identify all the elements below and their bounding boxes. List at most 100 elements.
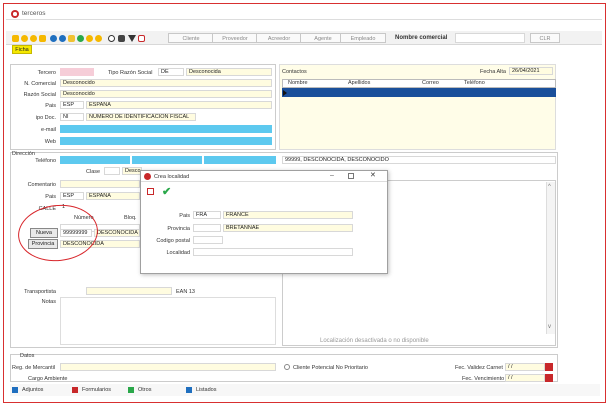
datos-label: Datos xyxy=(20,353,35,359)
comentario-label: Comentario xyxy=(27,182,56,188)
toolbar-button-acreedor[interactable]: Acreedor xyxy=(256,33,302,43)
dialog-pais-code[interactable]: FRA xyxy=(193,211,221,219)
n-comercial-field[interactable]: Desconocido xyxy=(60,79,272,87)
next-icon[interactable] xyxy=(30,35,37,42)
tipo-razon-code[interactable]: DE xyxy=(158,68,184,76)
vencimiento-label: Fec. Vencimiento xyxy=(462,376,505,382)
fecha-alta-label: Fecha Alta xyxy=(480,69,506,75)
dir-pais-label: Pais xyxy=(45,194,56,200)
transportista-value: EAN 13 xyxy=(176,289,195,295)
close-icon[interactable]: ✕ xyxy=(370,171,376,179)
filter-icon[interactable] xyxy=(128,35,136,42)
adjuntos-icon xyxy=(12,387,18,393)
col-correo: Correo xyxy=(422,80,439,86)
clase-code[interactable] xyxy=(104,167,120,175)
contactos-panel xyxy=(279,64,556,150)
tipo-doc-label: ipo Doc. xyxy=(35,115,56,121)
calendar-icon-2[interactable] xyxy=(545,374,553,382)
col-nombre: Nombre xyxy=(288,80,308,86)
map-scrollbar[interactable] xyxy=(546,182,555,334)
col-telefono: Teléfono xyxy=(464,80,485,86)
search-input[interactable] xyxy=(455,33,525,43)
delete-icon[interactable] xyxy=(59,35,66,42)
notas-field[interactable] xyxy=(60,297,276,345)
n-comercial-label: N. Comercial xyxy=(24,81,56,87)
dir-pais-value: ESPAÑA xyxy=(86,192,140,200)
telefono-field-3[interactable] xyxy=(204,156,276,164)
confirm-icon[interactable] xyxy=(77,35,84,42)
tab-listados[interactable]: Listados xyxy=(196,387,217,393)
scroll-down-icon[interactable]: v xyxy=(548,324,551,330)
tipo-razon-value: Desconocida xyxy=(186,68,272,76)
dir-pais-code[interactable]: ESP xyxy=(60,192,84,200)
scroll-up-icon[interactable]: ^ xyxy=(548,184,551,190)
contactos-header xyxy=(282,79,556,88)
tipo-razon-label: Tipo Razón Social xyxy=(108,70,153,76)
crea-localidad-dialog xyxy=(140,170,388,274)
toolbar-button-proveedor[interactable]: Proveedor xyxy=(212,33,258,43)
first-icon[interactable] xyxy=(12,35,19,42)
registro-label: Reg. de Mercantil xyxy=(12,365,56,371)
toolbar-button-empleado[interactable]: Empleado xyxy=(340,33,386,43)
clear-button[interactable]: CLR xyxy=(530,33,560,43)
tab-adjuntos[interactable]: Adjuntos xyxy=(22,387,43,393)
web-label: Web xyxy=(44,139,56,145)
print-icon[interactable] xyxy=(118,35,125,42)
search-label: Nombre comercial xyxy=(395,35,448,41)
dialog-exit-icon[interactable] xyxy=(147,188,154,195)
fecha-alta-field[interactable]: 26/04/2021 xyxy=(509,67,553,75)
telefono-field-1[interactable] xyxy=(60,156,130,164)
dialog-provincia-value: BRETANNAE xyxy=(223,224,353,232)
window-titlebar xyxy=(6,8,602,20)
maximize-icon[interactable] xyxy=(348,173,354,179)
dialog-pais-value: FRANCE xyxy=(223,211,353,219)
clase-value: Desconocida xyxy=(122,167,142,175)
email-label: e-mail xyxy=(41,127,56,133)
cliente-potencial-checkbox[interactable] xyxy=(284,364,290,370)
validez-label: Fec. Validez Carnet xyxy=(455,365,503,371)
search-icon[interactable] xyxy=(108,35,115,42)
dialog-codigo-field[interactable] xyxy=(193,236,223,244)
dialog-confirm-icon[interactable]: ✔ xyxy=(162,185,171,198)
tab-ficha[interactable]: Ficha xyxy=(12,45,32,54)
calendar-icon[interactable] xyxy=(545,363,553,371)
transportista-field[interactable] xyxy=(86,287,172,295)
direccion-summary: 99999, DESCONOCIDA, DESCONOCIDO xyxy=(282,156,556,164)
notas-label: Notas xyxy=(41,299,56,305)
localidad-value: DESCONOCIDA xyxy=(94,229,140,237)
exit-icon[interactable] xyxy=(138,35,145,42)
prev-icon[interactable] xyxy=(21,35,28,42)
row-pointer-icon xyxy=(283,90,287,96)
direccion-label: Dirección xyxy=(12,151,35,157)
registro-field[interactable] xyxy=(60,363,276,371)
last-icon[interactable] xyxy=(39,35,46,42)
dialog-codigo-label: Codigo postal xyxy=(156,238,190,244)
dialog-localidad-field[interactable] xyxy=(193,248,353,256)
web-field[interactable] xyxy=(60,137,272,145)
cancel-icon[interactable] xyxy=(86,35,93,42)
email-field[interactable] xyxy=(60,125,272,133)
contactos-title: Contactos xyxy=(282,69,307,75)
toolbar-button-cliente[interactable]: Cliente xyxy=(168,33,214,43)
contacto-row-selected[interactable] xyxy=(282,88,556,97)
telefono-field-2[interactable] xyxy=(132,156,202,164)
map-status: Localización desactivada o no disponible xyxy=(320,338,429,344)
vencimiento-field[interactable]: / / xyxy=(505,374,545,382)
razon-social-field[interactable]: Desconocido xyxy=(60,90,272,98)
transportista-label: Transportista xyxy=(24,289,56,295)
pais-code[interactable]: ESP xyxy=(60,101,84,109)
tab-otros[interactable]: Otros xyxy=(138,387,151,393)
tab-formularios[interactable]: Formularios xyxy=(82,387,111,393)
cliente-potencial-label: Cliente Potencial No Prioritario xyxy=(293,365,368,371)
dialog-provincia-code[interactable] xyxy=(193,224,221,232)
minimize-icon[interactable]: – xyxy=(330,172,334,179)
comentario-field[interactable] xyxy=(60,180,140,188)
edit-icon[interactable] xyxy=(68,35,75,42)
tipo-doc-code[interactable]: NI xyxy=(60,113,84,121)
tipo-doc-value: NUMERO DE IDENTIFICACION FISCAL xyxy=(86,113,196,121)
tercero-field[interactable] xyxy=(60,68,94,76)
validez-field[interactable]: / / xyxy=(505,363,545,371)
dialog-localidad-label: Localidad xyxy=(166,250,190,256)
refresh-icon[interactable] xyxy=(95,35,102,42)
add-icon[interactable] xyxy=(50,35,57,42)
